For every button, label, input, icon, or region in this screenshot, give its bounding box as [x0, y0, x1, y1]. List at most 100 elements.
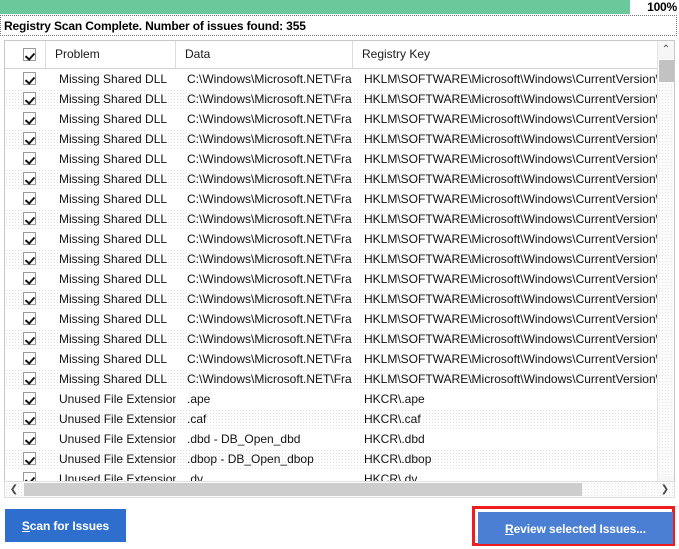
- cell-data: C:\Windows\Microsoft.NET\Fra…: [187, 172, 353, 186]
- grid-header-registry-key[interactable]: Registry Key: [353, 41, 657, 68]
- cell-problem: Missing Shared DLL: [59, 372, 168, 386]
- grid-horizontal-scrollbar[interactable]: ❮ ❯: [4, 481, 675, 498]
- table-row[interactable]: Missing Shared DLL C:\Windows\Microsoft.N…: [5, 309, 658, 329]
- row-select-cell: [5, 289, 46, 309]
- table-row[interactable]: Missing Shared DLL C:\Windows\Microsoft.N…: [5, 169, 658, 189]
- cell-registry-key: HKLM\SOFTWARE\Microsoft\Windows\CurrentV…: [364, 72, 658, 86]
- review-button-accel: R: [505, 522, 514, 536]
- cell-data: .caf: [187, 412, 207, 426]
- cell-registry-key: HKLM\SOFTWARE\Microsoft\Windows\CurrentV…: [364, 312, 658, 326]
- cell-data: C:\Windows\Microsoft.NET\Fra…: [187, 212, 353, 226]
- horizontal-scrollbar-thumb[interactable]: [24, 483, 582, 496]
- cell-problem: Missing Shared DLL: [59, 272, 168, 286]
- cell-problem: Missing Shared DLL: [59, 72, 168, 86]
- row-checkbox[interactable]: [23, 392, 36, 405]
- table-row[interactable]: Missing Shared DLL C:\Windows\Microsoft.N…: [5, 269, 658, 289]
- table-row[interactable]: Unused File Extension .dbop - DB_Open_dbo…: [5, 449, 658, 469]
- scan-for-issues-button[interactable]: Scan for Issues: [5, 509, 126, 542]
- scroll-left-arrow-icon[interactable]: ❮: [5, 482, 23, 497]
- row-checkbox[interactable]: [23, 192, 36, 205]
- scroll-right-arrow-icon[interactable]: ❯: [656, 482, 674, 497]
- review-selected-issues-button[interactable]: Review selected Issues...: [478, 512, 673, 544]
- grid-header-problem[interactable]: Problem: [46, 41, 176, 68]
- cell-problem: Missing Shared DLL: [59, 332, 168, 346]
- row-select-cell: [5, 309, 46, 329]
- table-row[interactable]: Unused File Extension .ape HKCR\.ape: [5, 389, 658, 409]
- cell-registry-key: HKLM\SOFTWARE\Microsoft\Windows\CurrentV…: [364, 212, 658, 226]
- row-select-cell: [5, 369, 46, 389]
- table-row[interactable]: Missing Shared DLL C:\Windows\Microsoft.N…: [5, 249, 658, 269]
- row-checkbox[interactable]: [23, 152, 36, 165]
- grid-header-select-all-cell: [5, 41, 46, 68]
- cell-problem: Missing Shared DLL: [59, 92, 168, 106]
- vertical-scrollbar-thumb[interactable]: [659, 60, 674, 82]
- cell-data: C:\Windows\Microsoft.NET\Fra…: [187, 112, 353, 126]
- table-row[interactable]: Missing Shared DLL C:\Windows\Microsoft.N…: [5, 349, 658, 369]
- cell-registry-key: HKCR\.caf: [364, 412, 421, 426]
- table-row[interactable]: Missing Shared DLL C:\Windows\Microsoft.N…: [5, 149, 658, 169]
- row-checkbox[interactable]: [23, 412, 36, 425]
- row-checkbox[interactable]: [23, 312, 36, 325]
- row-checkbox[interactable]: [23, 432, 36, 445]
- row-checkbox[interactable]: [23, 252, 36, 265]
- table-row[interactable]: Missing Shared DLL C:\Windows\Microsoft.N…: [5, 89, 658, 109]
- table-row[interactable]: Missing Shared DLL C:\Windows\Microsoft.N…: [5, 369, 658, 389]
- row-checkbox[interactable]: [23, 452, 36, 465]
- cell-data: C:\Windows\Microsoft.NET\Fra…: [187, 272, 353, 286]
- row-select-cell: [5, 229, 46, 249]
- cell-registry-key: HKLM\SOFTWARE\Microsoft\Windows\CurrentV…: [364, 152, 658, 166]
- row-checkbox[interactable]: [23, 212, 36, 225]
- row-checkbox[interactable]: [23, 132, 36, 145]
- row-checkbox[interactable]: [23, 272, 36, 285]
- row-select-cell: [5, 409, 46, 429]
- row-checkbox[interactable]: [23, 172, 36, 185]
- scroll-up-arrow-icon[interactable]: ⌃: [658, 41, 674, 59]
- grid-vertical-scrollbar[interactable]: ⌃ ⌄: [657, 41, 674, 494]
- cell-problem: Missing Shared DLL: [59, 312, 168, 326]
- table-row[interactable]: Missing Shared DLL C:\Windows\Microsoft.N…: [5, 189, 658, 209]
- row-select-cell: [5, 269, 46, 289]
- cell-registry-key: HKLM\SOFTWARE\Microsoft\Windows\CurrentV…: [364, 92, 658, 106]
- scan-button-label: can for Issues: [29, 519, 110, 533]
- table-row[interactable]: Missing Shared DLL C:\Windows\Microsoft.N…: [5, 329, 658, 349]
- table-row[interactable]: Missing Shared DLL C:\Windows\Microsoft.N…: [5, 229, 658, 249]
- cell-registry-key: HKLM\SOFTWARE\Microsoft\Windows\CurrentV…: [364, 372, 658, 386]
- table-row[interactable]: Missing Shared DLL C:\Windows\Microsoft.N…: [5, 289, 658, 309]
- cell-data: .dbd - DB_Open_dbd: [187, 432, 301, 446]
- table-row[interactable]: Missing Shared DLL C:\Windows\Microsoft.N…: [5, 129, 658, 149]
- cell-problem: Missing Shared DLL: [59, 212, 168, 226]
- row-select-cell: [5, 349, 46, 369]
- row-select-cell: [5, 89, 46, 109]
- table-row[interactable]: Unused File Extension .caf HKCR\.caf: [5, 409, 658, 429]
- cell-problem: Unused File Extension: [59, 452, 176, 466]
- row-select-cell: [5, 449, 46, 469]
- cell-registry-key: HKCR\.dbd: [364, 432, 425, 446]
- cell-data: C:\Windows\Microsoft.NET\Fra…: [187, 352, 353, 366]
- row-checkbox[interactable]: [23, 112, 36, 125]
- select-all-checkbox[interactable]: [23, 48, 36, 61]
- row-checkbox[interactable]: [23, 332, 36, 345]
- row-select-cell: [5, 429, 46, 449]
- cell-data: C:\Windows\Microsoft.NET\Fra…: [187, 92, 353, 106]
- table-row[interactable]: Missing Shared DLL C:\Windows\Microsoft.N…: [5, 209, 658, 229]
- row-checkbox[interactable]: [23, 292, 36, 305]
- cell-data: C:\Windows\Microsoft.NET\Fra…: [187, 192, 353, 206]
- review-button-label: eview selected Issues...: [513, 522, 646, 536]
- row-checkbox[interactable]: [23, 72, 36, 85]
- cell-registry-key: HKLM\SOFTWARE\Microsoft\Windows\CurrentV…: [364, 292, 658, 306]
- row-checkbox[interactable]: [23, 232, 36, 245]
- review-button-highlight: Review selected Issues...: [472, 506, 675, 546]
- grid-header-data[interactable]: Data: [176, 41, 353, 68]
- table-row[interactable]: Unused File Extension .dbd - DB_Open_dbd H…: [5, 429, 658, 449]
- row-select-cell: [5, 109, 46, 129]
- row-checkbox[interactable]: [23, 372, 36, 385]
- cell-problem: Unused File Extension: [59, 392, 176, 406]
- table-row[interactable]: Missing Shared DLL C:\Windows\Microsoft.N…: [5, 69, 658, 89]
- row-checkbox[interactable]: [23, 352, 36, 365]
- table-row[interactable]: Missing Shared DLL C:\Windows\Microsoft.N…: [5, 109, 658, 129]
- grid-header-row: Problem Data Registry Key: [5, 41, 674, 69]
- cell-data: C:\Windows\Microsoft.NET\Fra…: [187, 312, 353, 326]
- row-checkbox[interactable]: [23, 92, 36, 105]
- cell-registry-key: HKLM\SOFTWARE\Microsoft\Windows\CurrentV…: [364, 272, 658, 286]
- cell-problem: Missing Shared DLL: [59, 292, 168, 306]
